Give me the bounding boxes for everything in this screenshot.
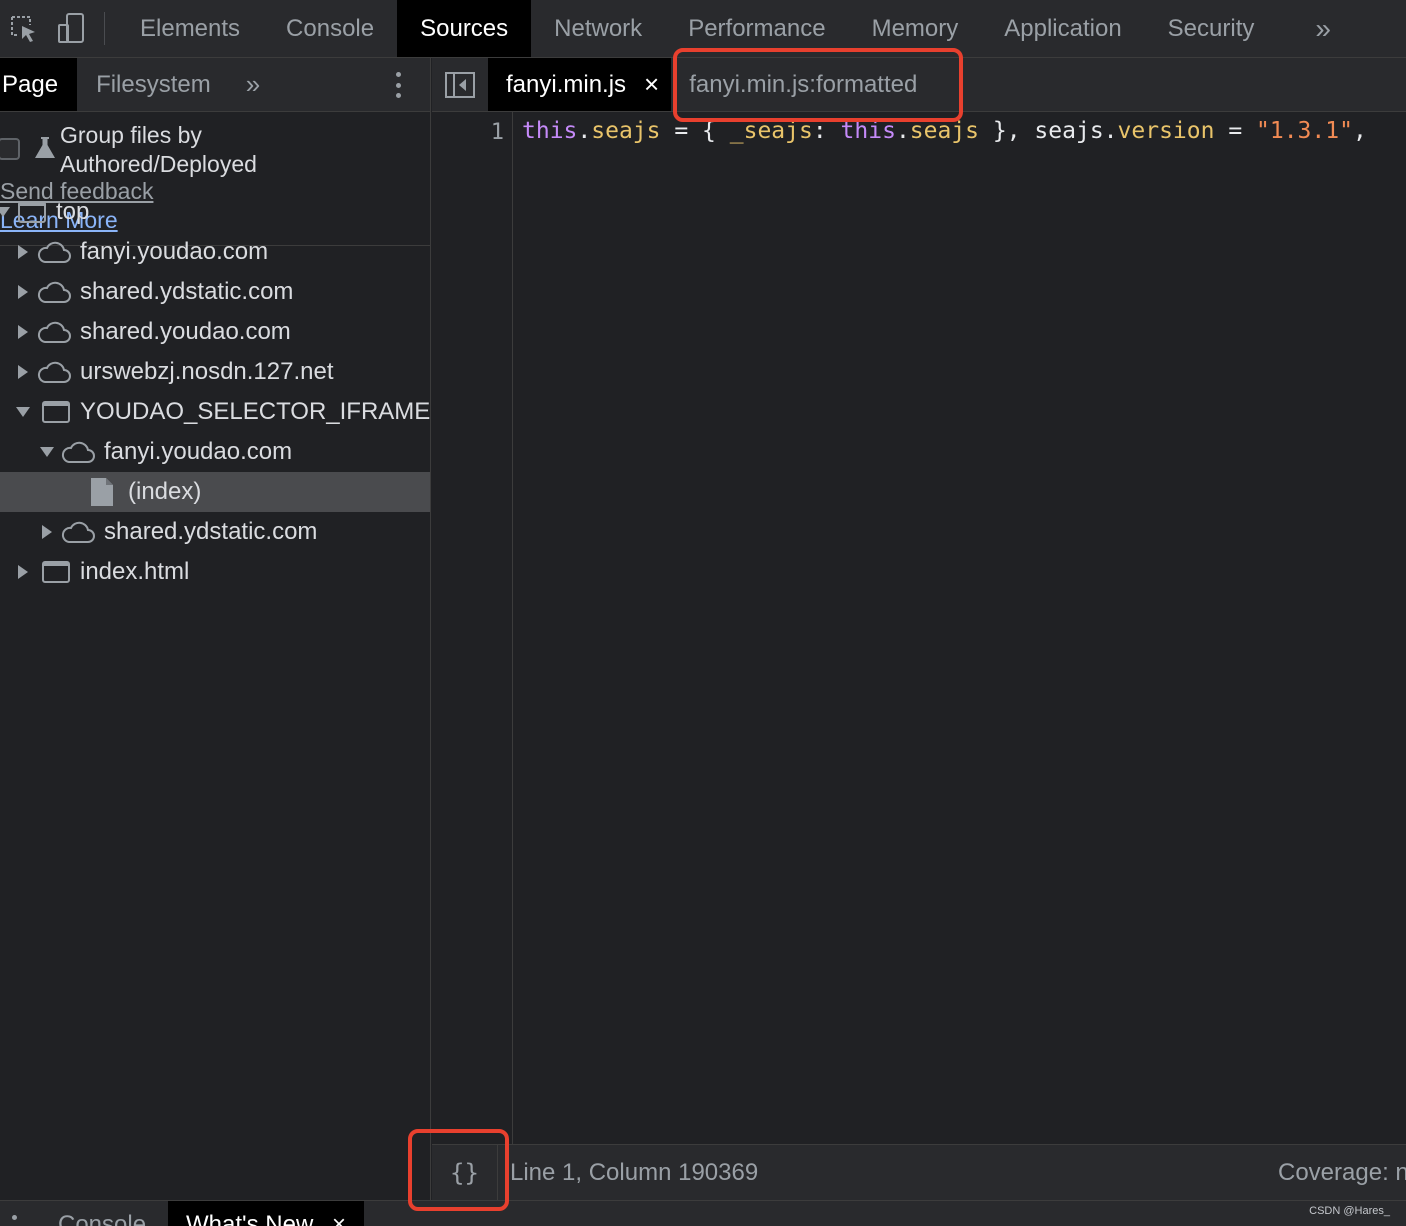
code-keyword: this (522, 118, 578, 144)
tab-security[interactable]: Security (1145, 0, 1278, 57)
tab-network[interactable]: Network (531, 0, 665, 57)
code-token: = (1214, 118, 1257, 144)
code-token: , (1352, 118, 1367, 144)
toggle-navigator-icon[interactable] (432, 58, 488, 111)
drawer-tab-whats-new[interactable]: What's New × (168, 1201, 364, 1226)
expanded-arrow-icon (0, 207, 10, 217)
tree-item-label: top (56, 198, 90, 225)
tree-item-file[interactable]: (index) (0, 472, 430, 512)
tab-elements[interactable]: Elements (117, 0, 263, 57)
coverage-label: Coverage: n (1278, 1158, 1406, 1186)
tree-item-label: shared.youdao.com (80, 318, 291, 345)
tree-item-label: fanyi.youdao.com (80, 238, 269, 265)
device-toolbar-icon[interactable] (48, 0, 96, 57)
collapsed-arrow-icon (18, 565, 28, 579)
pretty-print-highlight (408, 1129, 509, 1211)
watermark: CSDN @Hares_ (1309, 1205, 1390, 1217)
inspect-element-icon[interactable] (0, 0, 48, 57)
tree-item-label: urswebzj.nosdn.127.net (80, 358, 334, 385)
tree-item-label: index.html (80, 558, 190, 585)
tree-item-iframe[interactable]: YOUDAO_SELECTOR_IFRAME ( (0, 392, 430, 432)
expanded-arrow-icon (16, 407, 30, 417)
tree-item-domain[interactable]: shared.ydstatic.com (0, 512, 430, 552)
tree-item-iframe[interactable]: index.html (0, 552, 430, 592)
group-files-label: Group files by Authored/Deployed (60, 122, 257, 177)
file-icon (91, 478, 113, 506)
tree-item-label: shared.ydstatic.com (104, 518, 318, 545)
tree-item-domain[interactable]: urswebzj.nosdn.127.net (0, 352, 430, 392)
cursor-position: Line 1, Column 190369 (510, 1158, 759, 1186)
more-tabs-chevron-icon[interactable]: » (1285, 0, 1361, 57)
flask-icon (35, 137, 55, 158)
cloud-icon (37, 241, 71, 263)
frame-icon (42, 401, 70, 423)
bottom-drawer: Console What's New × CSDN @Hares_ (0, 1200, 1406, 1226)
line-number: 1 (490, 120, 504, 145)
tree-item-label: (index) (128, 478, 202, 505)
frame-icon (18, 201, 46, 223)
cloud-icon (37, 361, 71, 383)
code-property: seajs (591, 118, 661, 144)
editor-status-bar: {} Line 1, Column 190369 Coverage: n (432, 1144, 1406, 1201)
collapsed-arrow-icon (42, 525, 52, 539)
tree-item-domain[interactable]: fanyi.youdao.com (0, 232, 430, 272)
tab-label: fanyi.min.js (506, 70, 627, 98)
expanded-arrow-icon (40, 447, 54, 457)
collapsed-arrow-icon (18, 325, 28, 339)
tree-item-label: YOUDAO_SELECTOR_IFRAME ( (80, 398, 430, 425)
cloud-icon (61, 521, 95, 543)
tree-item-domain[interactable]: shared.youdao.com (0, 312, 430, 352)
frame-icon (42, 561, 70, 583)
line-number-gutter: 1 (432, 112, 513, 1144)
code-property: version (1117, 118, 1215, 144)
drawer-menu-icon[interactable] (12, 1215, 17, 1220)
tree-item-top[interactable]: top (0, 192, 430, 232)
collapsed-arrow-icon (18, 365, 28, 379)
code-token: }, seajs. (979, 118, 1118, 144)
cloud-icon (37, 281, 71, 303)
tree-item-label: fanyi.youdao.com (104, 438, 293, 465)
tab-sources[interactable]: Sources (397, 0, 532, 57)
code-line[interactable]: this.seajs = { _seajs: this.seajs }, sea… (522, 118, 1406, 144)
tree-item-domain[interactable]: fanyi.youdao.com (0, 432, 430, 472)
tree-item-domain[interactable]: shared.ydstatic.com (0, 272, 430, 312)
cloud-icon (37, 321, 71, 343)
drawer-tab-console[interactable]: Console (58, 1211, 146, 1226)
close-drawer-tab-icon[interactable]: × (332, 1211, 346, 1226)
code-string: "1.3.1" (1256, 118, 1353, 144)
group-files-checkbox[interactable] (0, 138, 20, 160)
formatted-tab-highlight (673, 48, 963, 122)
collapsed-arrow-icon (18, 245, 28, 259)
toolbar-divider (104, 12, 105, 45)
tree-item-label: shared.ydstatic.com (80, 278, 294, 305)
code-token: . (577, 118, 592, 144)
close-tab-icon[interactable]: × (640, 69, 663, 100)
collapsed-arrow-icon (18, 285, 28, 299)
drawer-tab-label: What's New (186, 1211, 314, 1226)
tab-console[interactable]: Console (263, 0, 397, 57)
tab-fanyi-min-js[interactable]: fanyi.min.js × (488, 58, 672, 111)
cloud-icon (61, 441, 95, 463)
tab-application[interactable]: Application (981, 0, 1144, 57)
